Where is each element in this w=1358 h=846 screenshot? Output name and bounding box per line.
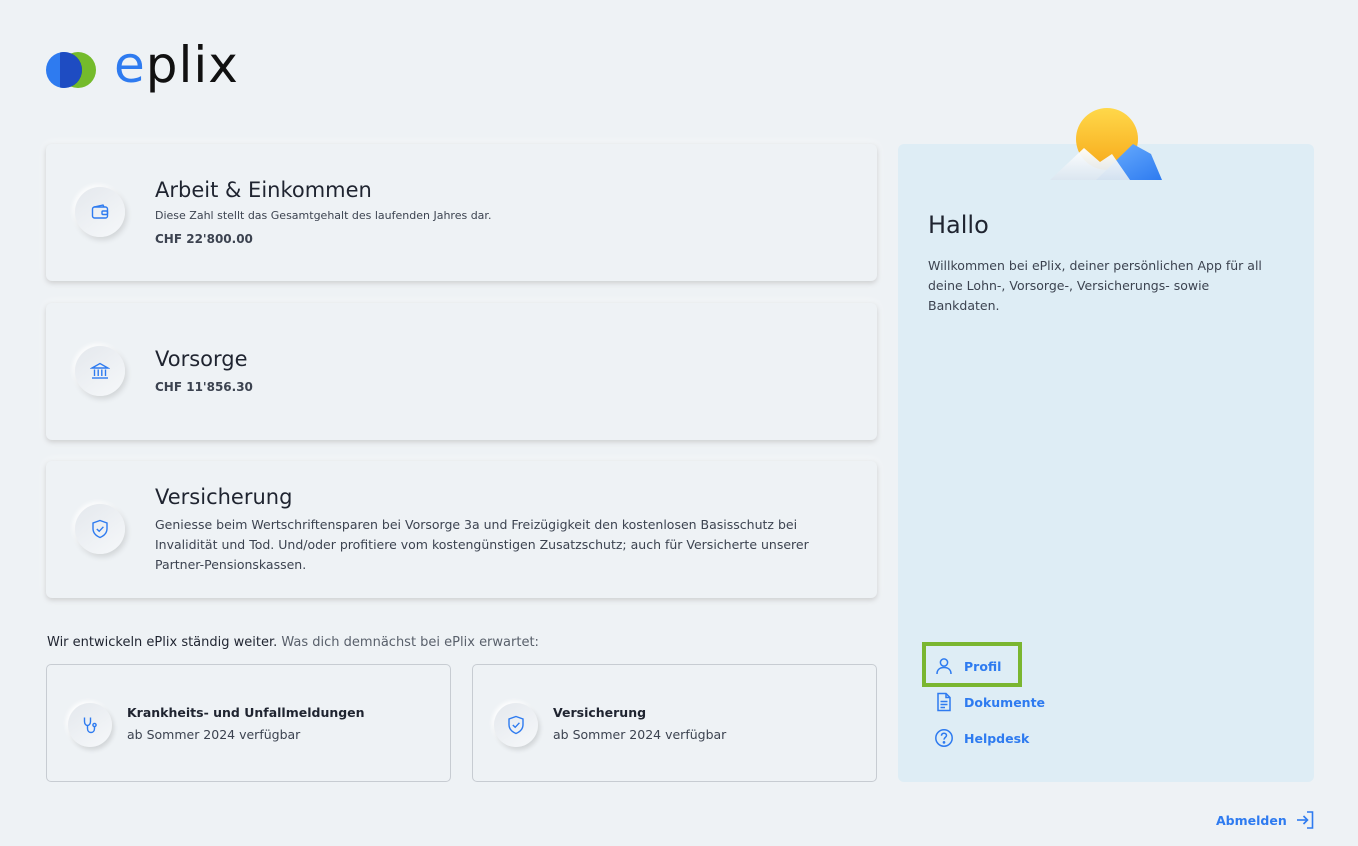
shield-check-icon [75,504,125,554]
logout-button[interactable]: Abmelden [1216,810,1315,830]
upcoming-krankheits-unfallmeldungen: Krankheits- und Unfallmeldungen ab Somme… [46,664,451,782]
wallet-icon [75,187,125,237]
nav-profil-label: Profil [964,658,1002,674]
card-arbeit-einkommen[interactable]: Arbeit & Einkommen Diese Zahl stellt das… [46,144,877,281]
nav-helpdesk[interactable]: Helpdesk [934,728,1029,748]
eplix-logo[interactable]: eplix [46,40,239,90]
card-title: Vorsorge [155,347,248,371]
sun-mountains-illustration-icon [1050,108,1162,180]
logout-icon [1296,811,1314,829]
card-value: CHF 22'800.00 [155,232,253,246]
card-value: CHF 11'856.30 [155,380,253,394]
eplix-logo-mark-icon [46,49,98,89]
nav-profil[interactable]: Profil [934,656,1001,676]
logo-wordmark: eplix [114,36,239,94]
nav-helpdesk-label: Helpdesk [964,730,1030,746]
nav-dokumente-label: Dokumente [964,694,1046,710]
upcoming-title: Krankheits- und Unfallmeldungen [127,705,365,720]
card-versicherung[interactable]: Versicherung Geniesse beim Wertschriften… [46,461,877,598]
upcoming-versicherung: Versicherung ab Sommer 2024 verfügbar [472,664,877,782]
nav-dokumente[interactable]: Dokumente [934,692,1045,712]
shield-check-icon [494,703,538,747]
upcoming-title: Versicherung [553,705,647,720]
logout-label: Abmelden [1216,812,1287,828]
welcome-text: Willkommen bei ePlix, deiner persönliche… [928,258,1262,313]
upcoming-subtitle: ab Sommer 2024 verfügbar [553,727,727,742]
greeting-heading: Hallo [928,211,989,239]
help-icon [935,729,953,747]
upcoming-subtitle: ab Sommer 2024 verfügbar [127,727,301,742]
card-vorsorge[interactable]: Vorsorge CHF 11'856.30 [46,303,877,440]
card-subtitle: Diese Zahl stellt das Gesamtgehalt des l… [155,209,492,222]
stethoscope-icon [68,703,112,747]
user-icon [936,658,952,675]
card-title: Versicherung [155,485,293,509]
card-description: Geniesse beim Wertschriftensparen bei Vo… [155,517,809,572]
document-icon [937,692,951,712]
roadmap-intro: Wir entwickeln ePlix ständig weiter. Was… [47,635,539,650]
bank-icon [75,346,125,396]
card-title: Arbeit & Einkommen [155,178,372,202]
